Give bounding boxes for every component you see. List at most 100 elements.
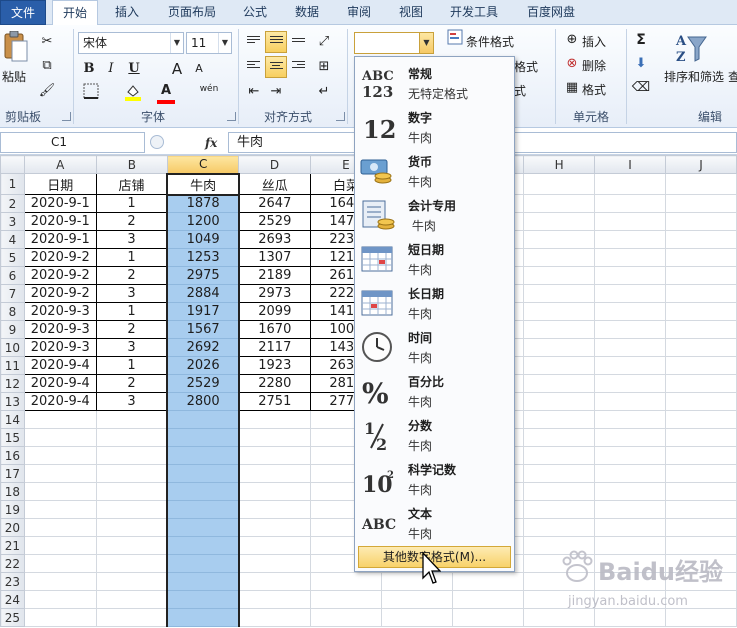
number-format-item[interactable]: % 百分比 牛肉 — [355, 369, 514, 413]
number-format-item[interactable]: ABC 文本 牛肉 — [355, 501, 514, 545]
row-header[interactable]: 15 — [0, 428, 25, 447]
cell[interactable]: 1200 — [166, 212, 240, 231]
cell[interactable] — [665, 320, 737, 339]
format-painter-icon[interactable]: 🖌 — [36, 80, 58, 102]
format-cells-button[interactable]: 格式 — [582, 81, 606, 98]
number-format-item[interactable]: 短日期 牛肉 — [355, 237, 514, 281]
cell[interactable] — [594, 230, 667, 249]
row-header[interactable]: 3 — [0, 212, 25, 231]
cell[interactable] — [665, 230, 737, 249]
format-cells-icon[interactable]: ▦ — [561, 77, 583, 99]
font-size-combo[interactable]: 11 ▼ — [186, 32, 232, 54]
cell[interactable] — [523, 284, 596, 303]
tab-formulas[interactable]: 公式 — [232, 0, 278, 25]
conditional-format-button[interactable]: 条件格式 — [466, 33, 514, 50]
font-launcher-icon[interactable] — [227, 112, 236, 121]
cell[interactable]: 2692 — [166, 338, 240, 357]
clear-eraser-icon[interactable]: ⌫ — [630, 77, 652, 99]
cell[interactable] — [594, 410, 667, 429]
cell[interactable] — [594, 446, 667, 465]
tab-data[interactable]: 数据 — [284, 0, 330, 25]
font-name-combo[interactable]: 宋体 ▼ — [78, 32, 184, 54]
cell[interactable] — [166, 554, 240, 573]
cell[interactable] — [523, 320, 596, 339]
cell[interactable] — [309, 572, 383, 591]
cell[interactable]: 2 — [95, 266, 168, 285]
cell[interactable] — [238, 464, 311, 483]
font-color-icon[interactable]: A — [155, 83, 177, 105]
number-format-item[interactable]: 1 2 分数 牛肉 — [355, 413, 514, 457]
cell[interactable] — [238, 590, 311, 609]
row-header[interactable]: 16 — [0, 446, 25, 465]
cell[interactable] — [166, 500, 240, 519]
cell[interactable] — [523, 464, 596, 483]
row-header[interactable]: 18 — [0, 482, 25, 501]
cell[interactable] — [23, 518, 97, 537]
cell[interactable]: 2647 — [238, 194, 311, 213]
delete-cells-button[interactable]: 删除 — [582, 57, 606, 74]
cell[interactable] — [594, 248, 667, 267]
cell[interactable] — [665, 392, 737, 411]
cell[interactable] — [594, 266, 667, 285]
cell[interactable]: 2020-9-2 — [23, 266, 97, 285]
cell[interactable]: 日期 — [23, 173, 97, 195]
insert-function-button[interactable]: fx — [205, 133, 225, 153]
cell[interactable] — [238, 428, 311, 447]
cell[interactable] — [23, 590, 97, 609]
cell[interactable] — [238, 500, 311, 519]
chevron-down-icon[interactable]: ▼ — [218, 33, 231, 53]
tab-home[interactable]: 开始 — [52, 0, 98, 26]
chevron-down-icon[interactable]: ▼ — [419, 33, 433, 53]
cell[interactable]: 2020-9-1 — [23, 230, 97, 249]
insert-cells-button[interactable]: 插入 — [582, 33, 606, 50]
align-right-icon[interactable] — [288, 56, 310, 78]
cell[interactable] — [665, 518, 737, 537]
cell[interactable]: 2973 — [238, 284, 311, 303]
cell[interactable] — [594, 302, 667, 321]
cell[interactable]: 2020-9-3 — [23, 320, 97, 339]
cell[interactable] — [166, 608, 240, 627]
cell[interactable]: 1253 — [166, 248, 240, 267]
cell[interactable] — [665, 374, 737, 393]
cell[interactable] — [95, 536, 168, 555]
cell[interactable] — [238, 572, 311, 591]
cell[interactable]: 2 — [95, 320, 168, 339]
cell[interactable] — [23, 482, 97, 501]
cell[interactable]: 2693 — [238, 230, 311, 249]
cell[interactable] — [594, 428, 667, 447]
decrease-indent-icon[interactable]: ⇤ — [243, 81, 265, 103]
chevron-down-icon[interactable]: ▼ — [170, 33, 183, 53]
increase-indent-icon[interactable]: ⇥ — [265, 81, 287, 103]
cell[interactable]: 2020-9-2 — [23, 248, 97, 267]
cell[interactable] — [665, 464, 737, 483]
paste-button[interactable]: 粘贴 — [2, 68, 26, 85]
number-format-item[interactable]: ABC 123 常规 无特定格式 — [355, 61, 514, 105]
cell[interactable]: 2020-9-2 — [23, 284, 97, 303]
fill-color-icon[interactable] — [122, 83, 144, 105]
row-header[interactable]: 4 — [0, 230, 25, 249]
cell[interactable]: 1 — [95, 302, 168, 321]
row-header[interactable]: 23 — [0, 572, 25, 591]
cell[interactable] — [452, 590, 525, 609]
align-top-icon[interactable] — [243, 31, 265, 53]
cell[interactable] — [594, 338, 667, 357]
cell[interactable] — [166, 464, 240, 483]
cell[interactable] — [95, 500, 168, 519]
cell[interactable] — [523, 302, 596, 321]
cell[interactable] — [309, 608, 383, 627]
cell[interactable]: 1670 — [238, 320, 311, 339]
cell[interactable]: 2020-9-1 — [23, 212, 97, 231]
cell[interactable] — [238, 410, 311, 429]
cell[interactable] — [95, 554, 168, 573]
cell[interactable] — [594, 212, 667, 231]
tab-view[interactable]: 视图 — [388, 0, 434, 25]
phonetic-icon[interactable]: wén — [196, 83, 222, 105]
cell[interactable] — [665, 284, 737, 303]
cell[interactable] — [594, 194, 667, 213]
cell[interactable]: 2 — [95, 374, 168, 393]
cell[interactable] — [166, 518, 240, 537]
cell[interactable]: 3 — [95, 338, 168, 357]
cell[interactable]: 丝瓜 — [238, 173, 311, 195]
cell[interactable]: 2529 — [238, 212, 311, 231]
number-format-item[interactable]: 10 2 科学记数 牛肉 — [355, 457, 514, 501]
